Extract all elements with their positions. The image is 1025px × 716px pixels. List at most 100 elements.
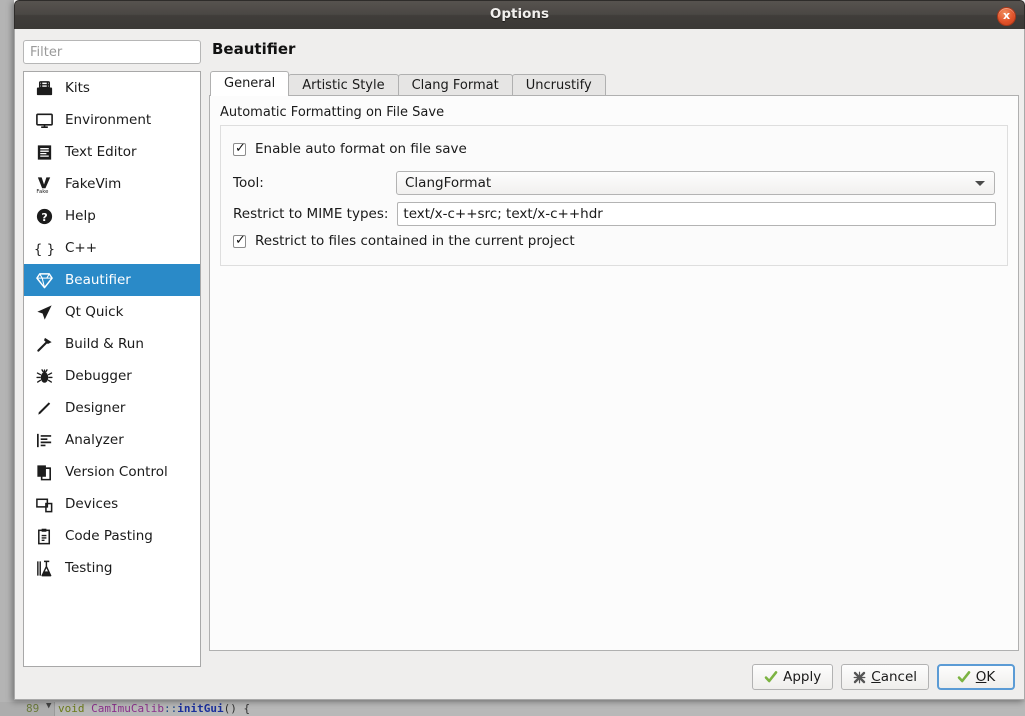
- gray-x-icon: [853, 671, 866, 684]
- fakevim-icon: Fake: [34, 174, 54, 194]
- tab-bar[interactable]: GeneralArtistic StyleClang FormatUncrust…: [210, 71, 1019, 96]
- editor-fold-arrow-icon: ▼: [46, 702, 51, 711]
- auto-format-group-box: ✓ Enable auto format on file save Tool: …: [220, 125, 1008, 266]
- options-dialog: Options x KitsEnvironmentText EditorFake…: [14, 0, 1025, 700]
- sidebar-item-version-control[interactable]: Version Control: [24, 456, 200, 488]
- bug-icon: [34, 366, 54, 386]
- svg-text:Fake: Fake: [36, 189, 48, 194]
- sidebar-item-code-pasting[interactable]: Code Pasting: [24, 520, 200, 552]
- group-box-title: Automatic Formatting on File Save: [220, 105, 444, 120]
- apply-button[interactable]: Apply: [752, 664, 833, 690]
- code-class-name: CamImuCalib: [91, 702, 164, 715]
- sidebar-item-label: Testing: [65, 560, 112, 576]
- sidebar-item-label: Build & Run: [65, 336, 144, 352]
- devices-screen-icon: [34, 494, 54, 514]
- sidebar-item-label: FakeVim: [65, 176, 121, 192]
- tool-row: Tool: ClangFormat: [233, 171, 995, 195]
- sidebar-item-help[interactable]: ? Help: [24, 200, 200, 232]
- svg-text:{ }: { }: [35, 242, 54, 257]
- sidebar-item-designer[interactable]: Designer: [24, 392, 200, 424]
- sidebar-item-analyzer[interactable]: Analyzer: [24, 424, 200, 456]
- page-title: Beautifier: [212, 40, 1019, 58]
- dialog-titlebar[interactable]: Options x: [14, 0, 1025, 29]
- chevron-down-icon: [975, 181, 985, 186]
- svg-text:?: ?: [41, 210, 47, 223]
- mime-types-input[interactable]: [397, 202, 996, 226]
- sidebar-item-label: Analyzer: [65, 432, 124, 448]
- ok-label-rest: K: [986, 669, 995, 685]
- ok-button[interactable]: OK: [937, 664, 1015, 690]
- mime-types-label: Restrict to MIME types:: [233, 206, 388, 222]
- green-check-icon: [764, 670, 778, 684]
- sidebar-item-label: Devices: [65, 496, 118, 512]
- apply-button-label: Apply: [783, 669, 821, 685]
- filter-input[interactable]: [23, 40, 201, 64]
- code-punctuation: () {: [224, 702, 251, 715]
- sidebar-item-label: Code Pasting: [65, 528, 153, 544]
- clipboard-icon: [34, 526, 54, 546]
- diamond-icon: [34, 270, 54, 290]
- sidebar-item-testing[interactable]: Testing: [24, 552, 200, 584]
- sidebar-item-kits[interactable]: Kits: [24, 72, 200, 104]
- sidebar-item-label: Designer: [65, 400, 125, 416]
- analyzer-bars-icon: [34, 430, 54, 450]
- sidebar-item-c[interactable]: { }C++: [24, 232, 200, 264]
- cancel-label-rest: ancel: [881, 669, 917, 685]
- tab-clang-format[interactable]: Clang Format: [398, 74, 513, 96]
- tab-artistic-style[interactable]: Artistic Style: [288, 74, 398, 96]
- sidebar: Kits Environment Text Editor Fake FakeVim? He…: [23, 40, 201, 667]
- restrict-project-row[interactable]: ✓ Restrict to files contained in the cur…: [233, 233, 575, 249]
- tool-combobox-value: ClangFormat: [405, 172, 491, 194]
- ok-button-label: OK: [976, 669, 996, 685]
- sidebar-item-fakevim[interactable]: Fake FakeVim: [24, 168, 200, 200]
- enable-auto-format-checkbox[interactable]: ✓: [233, 143, 246, 156]
- help-question-icon: ?: [34, 206, 54, 226]
- hammer-icon: [34, 334, 54, 354]
- green-check-icon: [957, 670, 971, 684]
- sidebar-item-label: Kits: [65, 80, 90, 96]
- sidebar-item-environment[interactable]: Environment: [24, 104, 200, 136]
- sidebar-item-label: Qt Quick: [65, 304, 123, 320]
- sidebar-item-debugger[interactable]: Debugger: [24, 360, 200, 392]
- code-scope-operator: ::: [164, 702, 177, 715]
- tab-uncrustify[interactable]: Uncrustify: [512, 74, 606, 96]
- tool-label: Tool:: [233, 175, 396, 191]
- ok-accel-char: O: [976, 669, 987, 685]
- tab-general[interactable]: General: [210, 71, 289, 96]
- monitor-icon: [34, 110, 54, 130]
- code-function-name: initGui: [177, 702, 223, 715]
- kits-icon: [34, 78, 54, 98]
- tool-combobox[interactable]: ClangFormat: [396, 171, 995, 195]
- sidebar-item-text-editor[interactable]: Text Editor: [24, 136, 200, 168]
- cancel-button-label: Cancel: [871, 669, 917, 685]
- text-document-icon: [34, 142, 54, 162]
- documents-copy-icon: [34, 462, 54, 482]
- sidebar-item-label: Environment: [65, 112, 151, 128]
- background-code-editor: 89 ▼ void CamImuCalib::initGui() {: [0, 702, 1025, 716]
- dialog-title: Options: [15, 1, 1024, 28]
- restrict-project-checkbox[interactable]: ✓: [233, 235, 246, 248]
- sidebar-item-beautifier[interactable]: Beautifier: [24, 264, 200, 296]
- enable-auto-format-row[interactable]: ✓ Enable auto format on file save: [233, 141, 467, 157]
- close-icon-glyph: x: [998, 7, 1015, 24]
- dialog-button-bar: Apply Cancel OK: [744, 664, 1015, 690]
- cancel-button[interactable]: Cancel: [841, 664, 929, 690]
- sidebar-item-label: Help: [65, 208, 96, 224]
- enable-auto-format-label: Enable auto format on file save: [255, 141, 467, 157]
- editor-line-number: 89: [26, 702, 39, 715]
- pencil-icon: [34, 398, 54, 418]
- dialog-body: Kits Environment Text Editor Fake FakeVim? He…: [14, 29, 1025, 700]
- sidebar-item-build-run[interactable]: Build & Run: [24, 328, 200, 360]
- close-icon[interactable]: x: [997, 7, 1016, 26]
- settings-pane: Beautifier GeneralArtistic StyleClang Fo…: [209, 40, 1019, 651]
- category-list[interactable]: Kits Environment Text Editor Fake FakeVim? He…: [23, 71, 201, 667]
- sidebar-item-label: Version Control: [65, 464, 168, 480]
- desktop-background: 89 ▼ void CamImuCalib::initGui() { Optio…: [0, 0, 1025, 716]
- sidebar-item-devices[interactable]: Devices: [24, 488, 200, 520]
- cancel-accel-char: C: [871, 669, 880, 685]
- editor-code-line: void CamImuCalib::initGui() {: [58, 702, 250, 715]
- restrict-project-label: Restrict to files contained in the curre…: [255, 233, 575, 249]
- flask-icon: [34, 558, 54, 578]
- sidebar-item-qt-quick[interactable]: Qt Quick: [24, 296, 200, 328]
- paper-plane-icon: [34, 302, 54, 322]
